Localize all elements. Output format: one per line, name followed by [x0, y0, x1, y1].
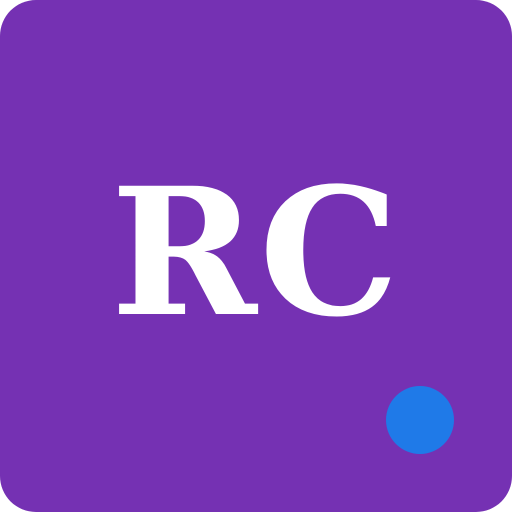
avatar-tile: RC — [0, 0, 512, 512]
avatar-initials: RC — [110, 149, 402, 356]
status-dot-icon — [386, 386, 454, 454]
